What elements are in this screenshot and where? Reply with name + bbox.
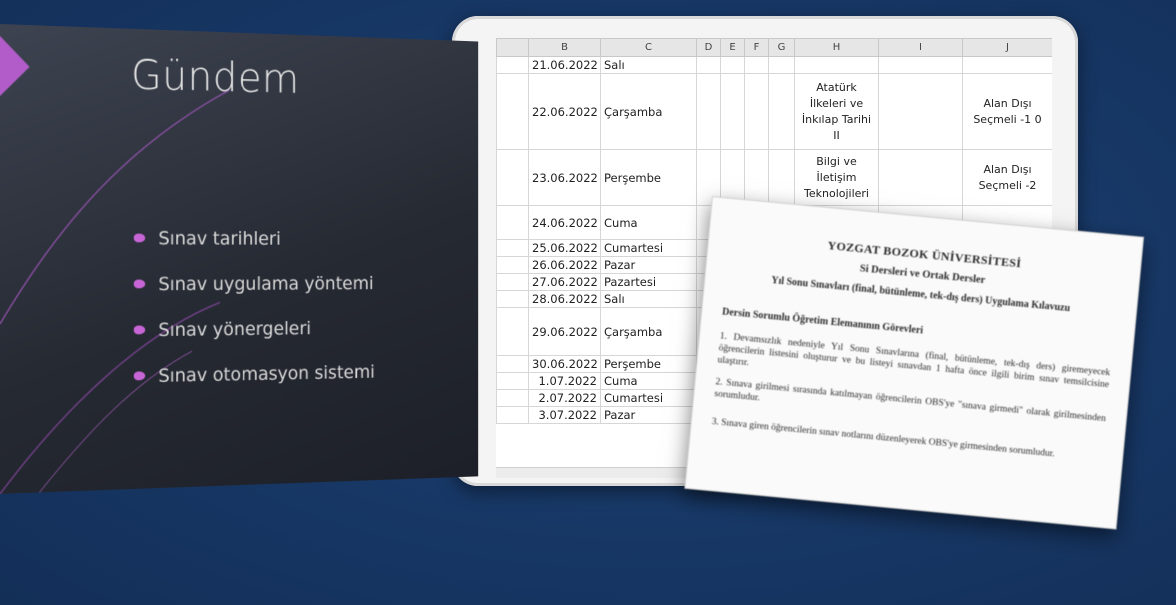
agenda-item: Sınav otomasyon sistemi	[134, 349, 375, 399]
day-cell[interactable]: Pazartesi	[600, 273, 697, 291]
column-header-row: B C D E F G H I J	[496, 38, 1052, 57]
empty-cell[interactable]	[720, 73, 745, 150]
guideline-document: YOZGAT BOZOK ÜNİVERSİTESİ Si Dersleri ve…	[684, 196, 1145, 530]
date-cell[interactable]: 30.06.2022	[528, 355, 601, 373]
empty-cell[interactable]	[720, 56, 745, 74]
day-cell[interactable]: Pazar	[600, 406, 697, 424]
date-cell[interactable]: 2.07.2022	[528, 389, 601, 407]
table-row: 23.06.2022 Perşembe Bilgi ve İletişim Tekn…	[496, 149, 1052, 206]
date-cell[interactable]: 23.06.2022	[528, 149, 601, 206]
row-header-cell[interactable]	[496, 307, 529, 356]
date-cell[interactable]: 3.07.2022	[528, 406, 601, 424]
document-section-title: Dersin Sorumlu Öğretim Elemanının Görevl…	[721, 306, 924, 337]
date-cell[interactable]: 1.07.2022	[528, 372, 601, 390]
column-header-c[interactable]: C	[600, 38, 697, 57]
date-cell[interactable]: 28.06.2022	[528, 290, 601, 308]
row-header-cell[interactable]	[496, 290, 529, 308]
row-header-cell[interactable]	[496, 149, 529, 206]
agenda-item-label: Sınav tarihleri	[158, 227, 281, 249]
row-header-cell[interactable]	[496, 273, 529, 291]
day-cell[interactable]: Salı	[600, 290, 697, 308]
agenda-slide: Gündem Sınav tarihleri Sınav uygulama yö…	[0, 24, 478, 494]
date-cell[interactable]: 21.06.2022	[528, 56, 601, 74]
agenda-list: Sınav tarihleri Sınav uygulama yöntemi S…	[134, 215, 375, 399]
empty-cell[interactable]	[768, 73, 795, 150]
empty-cell[interactable]	[878, 56, 963, 74]
empty-cell[interactable]	[768, 149, 795, 206]
date-cell[interactable]: 29.06.2022	[528, 307, 601, 356]
elective-cell[interactable]: Alan Dışı Seçmeli -2	[962, 149, 1052, 206]
column-header-b[interactable]: B	[528, 38, 601, 57]
column-header-j[interactable]: J	[962, 38, 1052, 57]
empty-cell[interactable]	[696, 56, 721, 74]
column-header-i[interactable]: I	[878, 38, 963, 57]
column-header-g[interactable]: G	[768, 38, 795, 57]
column-header-d[interactable]: D	[696, 38, 721, 57]
bullet-icon	[134, 371, 145, 380]
day-cell[interactable]: Çarşamba	[600, 73, 697, 150]
row-header-cell[interactable]	[496, 355, 529, 373]
date-cell[interactable]: 27.06.2022	[528, 273, 601, 291]
slide-title: Gündem	[130, 50, 300, 103]
empty-cell[interactable]	[696, 73, 721, 150]
row-header-cell[interactable]	[496, 56, 529, 74]
table-row: 22.06.2022 Çarşamba Atatürk İlkeleri ve İn…	[496, 73, 1052, 150]
day-cell[interactable]: Cuma	[600, 205, 697, 240]
slide-accent-tab	[0, 36, 30, 97]
agenda-item-label: Sınav uygulama yöntemi	[158, 272, 374, 295]
day-cell[interactable]: Çarşamba	[600, 307, 697, 356]
agenda-item: Sınav yönergeleri	[134, 305, 375, 353]
agenda-item: Sınav tarihleri	[134, 215, 375, 261]
column-header-f[interactable]: F	[744, 38, 769, 57]
day-cell[interactable]: Perşembe	[600, 355, 697, 373]
row-header-cell[interactable]	[496, 73, 529, 150]
date-cell[interactable]: 25.06.2022	[528, 239, 601, 257]
date-cell[interactable]: 24.06.2022	[528, 205, 601, 240]
bullet-icon	[134, 325, 145, 334]
column-header-h[interactable]: H	[794, 38, 879, 57]
date-cell[interactable]: 22.06.2022	[528, 73, 601, 150]
column-header-e[interactable]: E	[720, 38, 745, 57]
empty-cell[interactable]	[744, 149, 769, 206]
elective-cell[interactable]: Alan Dışı Seçmeli -1 0	[962, 73, 1052, 150]
bullet-icon	[134, 280, 145, 289]
empty-cell[interactable]	[768, 56, 795, 74]
day-cell[interactable]: Cuma	[600, 372, 697, 390]
agenda-item: Sınav uygulama yöntemi	[134, 261, 375, 307]
course-cell[interactable]: Bilgi ve İletişim Teknolojileri	[794, 149, 879, 206]
table-row: 21.06.2022 Salı	[496, 56, 1052, 74]
course-cell[interactable]: Atatürk İlkeleri ve İnkılap Tarihi II	[794, 73, 879, 150]
empty-cell[interactable]	[878, 149, 963, 206]
date-cell[interactable]: 26.06.2022	[528, 256, 601, 274]
empty-cell[interactable]	[744, 56, 769, 74]
day-cell[interactable]: Salı	[600, 56, 697, 74]
agenda-item-label: Sınav otomasyon sistemi	[158, 361, 375, 387]
elective-cell[interactable]	[962, 56, 1052, 74]
agenda-item-label: Sınav yönergeleri	[158, 317, 312, 341]
row-header-cell[interactable]	[496, 239, 529, 257]
course-cell[interactable]	[794, 56, 879, 74]
empty-cell[interactable]	[744, 73, 769, 150]
bullet-icon	[134, 234, 145, 243]
day-cell[interactable]: Perşembe	[600, 149, 697, 206]
column-header-a[interactable]	[496, 38, 529, 57]
empty-cell[interactable]	[878, 73, 963, 150]
day-cell[interactable]: Cumartesi	[600, 239, 697, 257]
row-header-cell[interactable]	[496, 406, 529, 424]
day-cell[interactable]: Cumartesi	[600, 389, 697, 407]
row-header-cell[interactable]	[496, 389, 529, 407]
row-header-cell[interactable]	[496, 256, 529, 274]
day-cell[interactable]: Pazar	[600, 256, 697, 274]
row-header-cell[interactable]	[496, 372, 529, 390]
row-header-cell[interactable]	[496, 205, 529, 240]
